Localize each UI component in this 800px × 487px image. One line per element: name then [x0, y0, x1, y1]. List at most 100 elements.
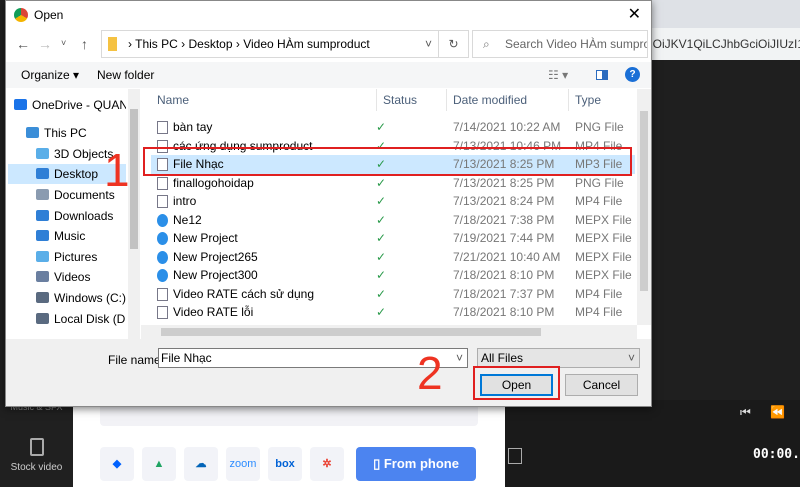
browser-tabbar: [640, 0, 800, 28]
address-bar[interactable]: › This PC › Desktop › Video HÀm sumprodu…: [101, 30, 469, 58]
video-file-icon: [157, 287, 168, 301]
file-row[interactable]: New Project ✓ 7/19/2021 7:44 PM MEPX Fil…: [151, 229, 635, 248]
sync-status-icon: ✓: [376, 286, 387, 301]
videos-icon: [36, 271, 49, 282]
file-row[interactable]: finallogohoidap ✓ 7/13/2021 8:25 PM PNG …: [151, 174, 635, 193]
chevron-down-icon[interactable]: ˅: [456, 349, 463, 367]
file-date: 7/19/2021 7:44 PM: [453, 231, 555, 245]
cloud-icon: [14, 99, 27, 110]
step-1-label: 1: [104, 144, 130, 196]
step-2-label: 2: [417, 347, 443, 399]
sidebar-scrollbar[interactable]: [128, 89, 140, 339]
sidebar-item-local-disk-d[interactable]: Local Disk (D:): [8, 309, 126, 329]
sync-status-icon: ✓: [376, 231, 387, 245]
breadcrumb-this-pc[interactable]: This PC: [135, 37, 178, 51]
forward-icon[interactable]: →: [38, 36, 52, 52]
file-row[interactable]: Video RATE cách sử dụng ✓ 7/18/2021 7:37…: [151, 285, 635, 304]
file-type: PNG File: [575, 175, 624, 190]
up-icon[interactable]: ↑: [81, 36, 88, 52]
sidebar-item-music[interactable]: Music: [8, 226, 126, 246]
folder-icon: [108, 37, 117, 51]
file-name: bàn tay: [173, 120, 213, 134]
mepx-file-icon: [157, 269, 168, 282]
google-drive-button[interactable]: ▲: [142, 447, 176, 481]
file-list: Name Status Date modified Type bàn tay ✓…: [141, 89, 651, 339]
browser-url-bar[interactable]: iOiJKV1QiLCJhbGciOiJIUzI1N: [640, 28, 800, 60]
image-file-icon: [157, 121, 168, 134]
sync-status-icon: ✓: [376, 194, 387, 208]
from-phone-button[interactable]: ▯ From phone: [356, 447, 476, 481]
file-date: 7/18/2021 7:37 PM: [453, 286, 555, 301]
sidebar-item-downloads[interactable]: Downloads: [8, 206, 126, 226]
file-date: 7/21/2021 10:40 AM: [453, 249, 561, 264]
refresh-icon[interactable]: ↻: [438, 31, 468, 57]
help-icon[interactable]: ?: [625, 67, 640, 82]
sync-status-icon: ✓: [376, 120, 387, 134]
file-type: MEPX File: [575, 268, 632, 282]
column-date-modified[interactable]: Date modified: [447, 89, 569, 111]
sidebar-item-pictures[interactable]: Pictures: [8, 247, 126, 267]
file-date: 7/14/2021 10:22 AM: [453, 120, 561, 134]
cancel-button[interactable]: Cancel: [565, 374, 638, 396]
organize-button[interactable]: Organize ▾: [21, 62, 79, 88]
dialog-title-bar: Open ✕: [6, 1, 651, 29]
filename-label: File name:: [108, 353, 165, 367]
column-name[interactable]: Name: [151, 89, 377, 111]
file-type-select[interactable]: All Files ˅: [477, 348, 640, 368]
dialog-toolbar: Organize ▾ New folder ☷ ▾ ?: [6, 62, 651, 88]
recent-chevron-icon[interactable]: ˅: [61, 38, 66, 48]
skip-back-icon[interactable]: ⏮: [740, 405, 751, 420]
sidebar-item-this-pc[interactable]: This PC: [8, 123, 126, 143]
dropbox-button[interactable]: ◆: [100, 447, 134, 481]
view-options-icon[interactable]: ☷ ▾: [548, 62, 568, 88]
box-button[interactable]: box: [268, 447, 302, 481]
vertical-scrollbar[interactable]: [637, 89, 651, 325]
add-to-timeline-icon[interactable]: [508, 448, 522, 464]
file-row[interactable]: bàn tay ✓ 7/14/2021 10:22 AM PNG File: [151, 118, 635, 137]
sidebar-item-onedrive[interactable]: OneDrive - QUAN: [8, 95, 126, 115]
file-name: intro: [173, 194, 197, 208]
editor-left-nav: Music & SFX Stock video: [0, 402, 73, 487]
search-input[interactable]: ⌕ Search Video HÀm sumprod...: [472, 30, 648, 58]
file-name: Video RATE cách sử dụng: [173, 286, 314, 301]
file-row[interactable]: intro ✓ 7/13/2021 8:24 PM MP4 File: [151, 192, 635, 211]
cube-icon: [36, 148, 49, 159]
address-dropdown-icon[interactable]: ˅: [425, 31, 432, 57]
onedrive-button[interactable]: ☁: [184, 447, 218, 481]
mepx-file-icon: [157, 250, 168, 264]
column-type[interactable]: Type: [569, 89, 635, 111]
breadcrumb-folder[interactable]: Video HÀm sumproduct: [243, 37, 370, 51]
file-name: finallogohoidap: [173, 175, 254, 190]
sidebar-item-videos[interactable]: Videos: [8, 267, 126, 287]
file-date: 7/13/2021 8:24 PM: [453, 194, 555, 208]
highlight-box-open: [473, 366, 560, 400]
file-date: 7/13/2021 8:25 PM: [453, 175, 555, 190]
phone-icon: ▯: [373, 456, 384, 471]
rewind-icon[interactable]: ⏪: [770, 405, 785, 419]
sync-status-icon: ✓: [376, 212, 387, 227]
column-status[interactable]: Status: [377, 89, 447, 111]
back-icon[interactable]: ←: [16, 36, 30, 52]
google-photos-button[interactable]: ✲: [310, 447, 344, 481]
horizontal-scrollbar[interactable]: [141, 325, 637, 339]
file-type: MP4 File: [575, 194, 623, 208]
file-date: 7/18/2021 8:10 PM: [453, 268, 555, 282]
video-file-icon: [157, 195, 168, 208]
sync-status-icon: ✓: [376, 249, 387, 264]
file-row[interactable]: New Project300 ✓ 7/18/2021 8:10 PM MEPX …: [151, 266, 635, 285]
file-type: MEPX File: [575, 212, 632, 227]
zoom-button[interactable]: zoom: [226, 447, 260, 481]
file-row[interactable]: Video RATE lỗi ✓ 7/18/2021 8:10 PM MP4 F…: [151, 303, 635, 322]
nav-stock-video[interactable]: Stock video: [0, 462, 73, 473]
file-row[interactable]: Ne12 ✓ 7/18/2021 7:38 PM MEPX File: [151, 211, 635, 230]
new-folder-button[interactable]: New folder: [97, 62, 154, 88]
file-name: New Project300: [173, 268, 258, 282]
breadcrumb-desktop[interactable]: Desktop: [189, 37, 233, 51]
close-icon[interactable]: ✕: [628, 1, 641, 29]
download-icon: [36, 210, 49, 221]
sidebar-item-windows-c[interactable]: Windows (C:): [8, 288, 126, 308]
preview-pane-icon[interactable]: [596, 70, 608, 80]
search-icon: ⌕: [483, 37, 490, 51]
drive-icon: [36, 292, 49, 303]
file-row[interactable]: New Project265 ✓ 7/21/2021 10:40 AM MEPX…: [151, 248, 635, 267]
